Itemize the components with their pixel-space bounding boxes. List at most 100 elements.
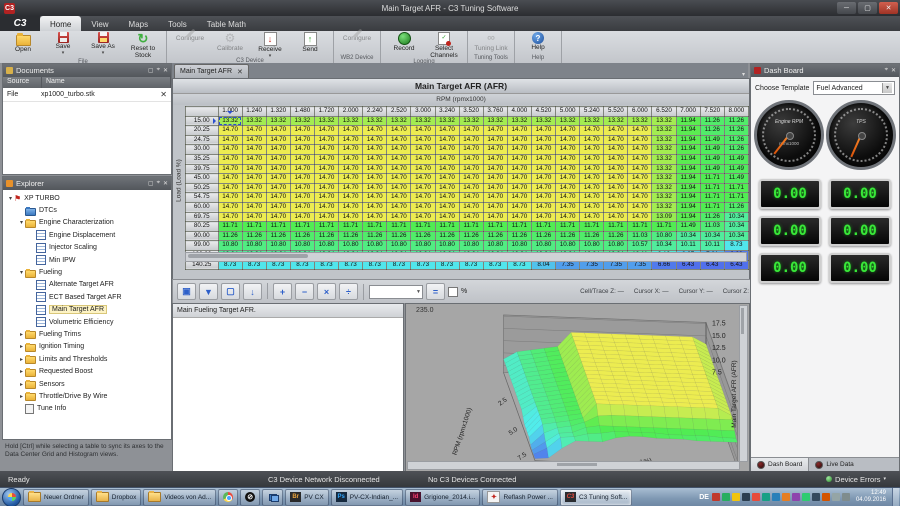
- table-cell[interactable]: 14.70: [483, 135, 507, 145]
- chrome-taskbar-icon[interactable]: [218, 489, 238, 506]
- table-cell[interactable]: 14.70: [387, 145, 411, 155]
- table-cell[interactable]: 14.70: [483, 202, 507, 212]
- table-cell[interactable]: 14.70: [556, 145, 580, 155]
- tab-main-target-afr[interactable]: Main Target AFR ✕: [174, 64, 249, 78]
- divide-button[interactable]: ÷: [339, 283, 358, 300]
- table-cell[interactable]: 14.70: [628, 164, 652, 174]
- table-cell[interactable]: 11.26: [459, 231, 483, 241]
- table-cell[interactable]: 11.49: [724, 164, 748, 174]
- plot-horizontal-scrollbar[interactable]: [407, 461, 740, 470]
- digital-display-5[interactable]: 0.00: [759, 253, 821, 283]
- table-cell[interactable]: 14.70: [218, 212, 242, 222]
- table-cell[interactable]: 10.80: [266, 241, 290, 251]
- table-cell[interactable]: 11.03: [700, 222, 724, 232]
- table-cell[interactable]: 14.70: [507, 193, 531, 203]
- taskbar-item-grigione-2014-i[interactable]: IdGrigione_2014.i...: [405, 489, 480, 506]
- tree-item-tune-info[interactable]: Tune Info: [3, 403, 171, 415]
- table-cell[interactable]: 14.70: [242, 145, 266, 155]
- rpm-column-header[interactable]: 5.000: [556, 107, 580, 117]
- table-cell[interactable]: 14.70: [339, 174, 363, 184]
- table-cell[interactable]: 11.26: [556, 231, 580, 241]
- table-cell[interactable]: 11.94: [676, 212, 700, 222]
- table-cell[interactable]: 11.71: [507, 222, 531, 232]
- source-column-header[interactable]: Source: [3, 77, 42, 88]
- black-disc-taskbar-icon[interactable]: ⊘: [240, 489, 260, 506]
- table-cell[interactable]: 10.11: [700, 241, 724, 251]
- tray-icon[interactable]: [742, 493, 750, 501]
- tree-item-ignition-timing[interactable]: ▸Ignition Timing: [3, 341, 171, 353]
- table-cell[interactable]: 13.32: [652, 135, 676, 145]
- table-cell[interactable]: 11.71: [314, 222, 338, 232]
- table-cell[interactable]: 14.70: [314, 202, 338, 212]
- digital-display-6[interactable]: 0.00: [829, 253, 891, 283]
- table-cell[interactable]: 14.70: [411, 126, 435, 136]
- table-cell[interactable]: 10.34: [724, 212, 748, 222]
- table-cell[interactable]: 14.70: [507, 202, 531, 212]
- table-cell[interactable]: 10.80: [604, 241, 628, 251]
- tray-icon[interactable]: [722, 493, 730, 501]
- table-cell[interactable]: 11.94: [676, 154, 700, 164]
- table-cell[interactable]: 14.70: [628, 183, 652, 193]
- table-cell[interactable]: 14.70: [387, 135, 411, 145]
- close-button[interactable]: ✕: [879, 2, 898, 14]
- subtract-button[interactable]: −: [295, 283, 314, 300]
- table-cell[interactable]: 11.03: [628, 231, 652, 241]
- table-cell[interactable]: 14.70: [459, 212, 483, 222]
- table-cell[interactable]: 14.70: [531, 183, 555, 193]
- table-cell[interactable]: 14.70: [531, 202, 555, 212]
- table-cell[interactable]: 11.71: [724, 193, 748, 203]
- engine-rpm-gauge[interactable]: Engine RPM rpmx1000: [754, 100, 824, 170]
- add-button[interactable]: +: [273, 283, 292, 300]
- table-cell[interactable]: 10.11: [676, 241, 700, 251]
- table-cell[interactable]: 14.70: [266, 164, 290, 174]
- table-cell[interactable]: 11.71: [218, 222, 242, 232]
- table-cell[interactable]: 14.70: [411, 145, 435, 155]
- table-cell[interactable]: 14.70: [387, 202, 411, 212]
- start-button[interactable]: [2, 488, 21, 506]
- table-cell[interactable]: 14.70: [628, 154, 652, 164]
- rpm-column-header[interactable]: 8.000: [724, 107, 748, 117]
- table-cell[interactable]: 11.94: [676, 202, 700, 212]
- plot-vertical-scrollbar[interactable]: [739, 305, 748, 462]
- rpm-column-header[interactable]: 1.000: [218, 107, 242, 117]
- table-cell[interactable]: 10.80: [459, 241, 483, 251]
- table-cell[interactable]: 14.70: [580, 193, 604, 203]
- table-cell[interactable]: 14.70: [218, 202, 242, 212]
- table-cell[interactable]: 14.70: [363, 202, 387, 212]
- tray-icon[interactable]: [772, 493, 780, 501]
- tray-icon[interactable]: [792, 493, 800, 501]
- table-cell[interactable]: 14.70: [435, 212, 459, 222]
- table-cell[interactable]: 11.26: [266, 231, 290, 241]
- tray-icon[interactable]: [802, 493, 810, 501]
- table-cell[interactable]: 11.94: [676, 145, 700, 155]
- table-cell[interactable]: 14.70: [531, 135, 555, 145]
- tray-icon[interactable]: [842, 493, 850, 501]
- table-cell[interactable]: 10.80: [387, 241, 411, 251]
- table-cell[interactable]: 14.70: [266, 145, 290, 155]
- pin-icon[interactable]: ⌖: [157, 180, 160, 187]
- load-row-header[interactable]: 30.00: [186, 145, 219, 155]
- table-cell[interactable]: 14.70: [218, 164, 242, 174]
- rpm-column-header[interactable]: 2.240: [363, 107, 387, 117]
- table-cell[interactable]: 11.71: [604, 222, 628, 232]
- table-cell[interactable]: 14.70: [363, 154, 387, 164]
- ribbon-tab-maps[interactable]: Maps: [119, 16, 159, 31]
- rpm-column-header[interactable]: 5.520: [604, 107, 628, 117]
- collapsed-arrow-icon[interactable]: ▸: [18, 356, 25, 363]
- digital-display-3[interactable]: 0.00: [759, 216, 821, 246]
- table-cell[interactable]: 14.70: [242, 183, 266, 193]
- tree-item-fueling-trims[interactable]: ▸Fueling Trims: [3, 328, 171, 340]
- table-cell[interactable]: 14.70: [363, 135, 387, 145]
- table-cell[interactable]: 14.70: [435, 154, 459, 164]
- table-cell[interactable]: 14.70: [218, 145, 242, 155]
- table-cell[interactable]: 14.70: [242, 212, 266, 222]
- table-cell[interactable]: 11.26: [435, 231, 459, 241]
- table-cell[interactable]: 14.70: [556, 164, 580, 174]
- table-cell[interactable]: 11.26: [483, 231, 507, 241]
- collapsed-arrow-icon[interactable]: ▸: [18, 368, 25, 375]
- rpm-column-header[interactable]: 3.760: [483, 107, 507, 117]
- expanded-arrow-icon[interactable]: ▾: [18, 219, 25, 226]
- table-cell[interactable]: 14.70: [435, 183, 459, 193]
- table-cell[interactable]: 14.70: [290, 193, 314, 203]
- table-cell[interactable]: 13.32: [652, 174, 676, 184]
